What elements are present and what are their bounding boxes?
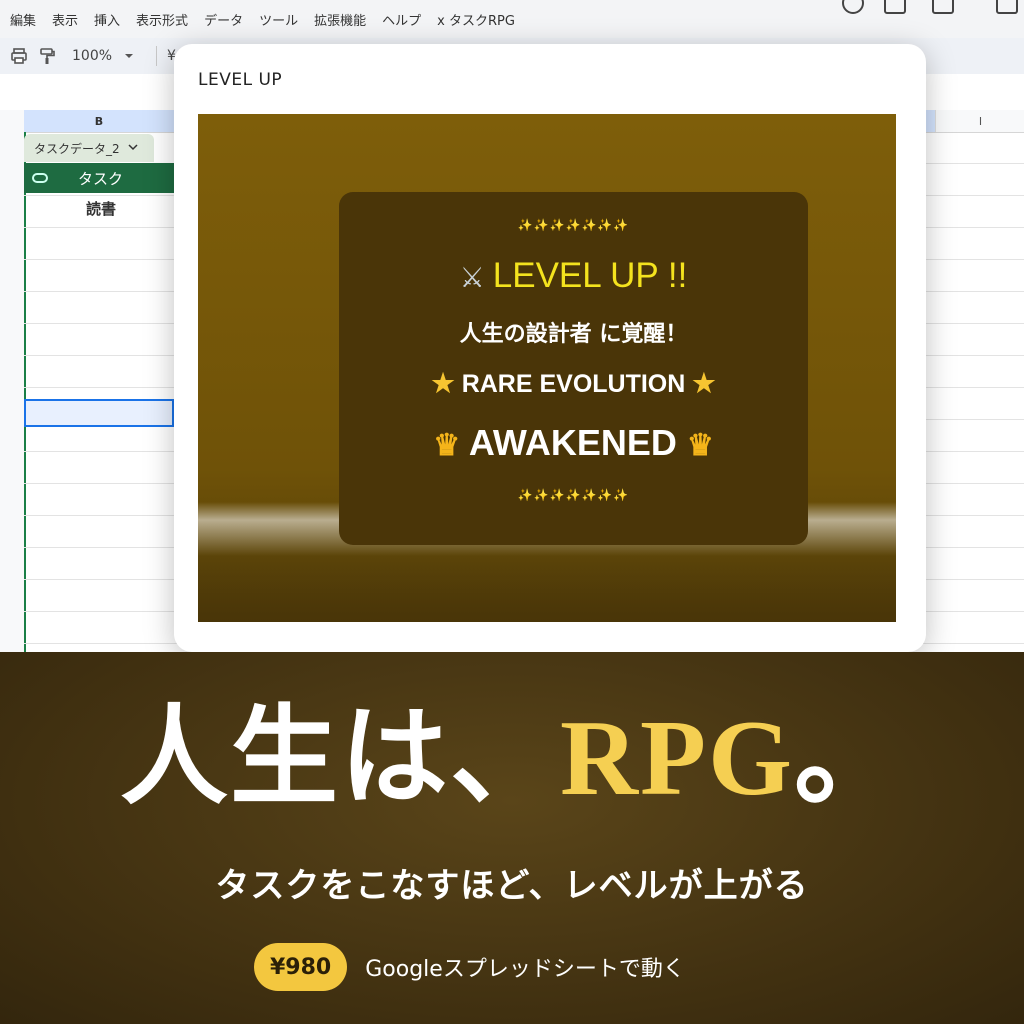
dropdown-caret-icon[interactable] bbox=[118, 45, 140, 67]
crown-icon: ♛ bbox=[686, 429, 714, 462]
chevron-down-icon[interactable] bbox=[128, 141, 138, 155]
hero-banner: 人生は、RPG。 タスクをこなすほど、レベルが上がる ¥980 Googleスプ… bbox=[0, 652, 1024, 1024]
top-right-icons bbox=[824, 0, 1024, 20]
level-up-card: ✨✨✨✨✨✨✨ ⚔ LEVEL UP !! 人生の設計者 に覚醒！ ★ RARE … bbox=[339, 192, 808, 545]
awakened-text: AWAKENED bbox=[468, 422, 677, 463]
sparkles-top: ✨✨✨✨✨✨✨ bbox=[517, 218, 630, 232]
level-up-text: LEVEL UP !! bbox=[492, 256, 688, 295]
glowing-star-icon: ★ bbox=[431, 368, 455, 398]
history-icon[interactable] bbox=[842, 0, 864, 14]
glowing-star-icon: ★ bbox=[692, 368, 716, 398]
meet-icon[interactable] bbox=[932, 0, 954, 14]
rare-evolution-text: RARE EVOLUTION bbox=[461, 370, 686, 398]
selected-cell[interactable] bbox=[24, 399, 174, 427]
hero-subtitle: タスクをこなすほど、レベルが上がる bbox=[215, 866, 809, 906]
platform-note: Googleスプレッドシートで動く bbox=[365, 957, 685, 982]
print-icon[interactable] bbox=[8, 45, 30, 67]
column-header-i[interactable]: I bbox=[935, 110, 1024, 132]
awakened-line: ♛ AWAKENED ♛ bbox=[339, 422, 808, 464]
dialog-stage: ✨✨✨✨✨✨✨ ⚔ LEVEL UP !! 人生の設計者 に覚醒！ ★ RARE … bbox=[198, 114, 896, 622]
menu-extensions[interactable]: 拡張機能 bbox=[314, 10, 366, 29]
hero-title: 人生は、RPG。 bbox=[0, 692, 1024, 824]
task-cell[interactable]: 読書 bbox=[86, 198, 116, 219]
table-name-tab[interactable]: タスクデータ_2 bbox=[24, 134, 154, 162]
dialog-title: LEVEL UP bbox=[198, 70, 283, 90]
sparkles-bottom: ✨✨✨✨✨✨✨ bbox=[517, 488, 630, 502]
crown-icon: ♛ bbox=[433, 429, 461, 462]
paint-format-icon[interactable] bbox=[36, 45, 58, 67]
hero-title-main: 人生は、 bbox=[119, 694, 560, 820]
hero-title-accent: RPG bbox=[560, 699, 794, 818]
toolbar-divider bbox=[156, 46, 158, 66]
menu-insert[interactable]: 挿入 bbox=[94, 10, 120, 29]
price-row: ¥980 Googleスプレッドシートで動く bbox=[254, 942, 685, 992]
menu-task-rpg[interactable]: x タスクRPG bbox=[437, 10, 515, 29]
level-up-heading: ⚔ LEVEL UP !! bbox=[339, 256, 808, 296]
menu-data[interactable]: データ bbox=[204, 10, 243, 29]
crossed-swords-icon: ⚔ bbox=[459, 262, 485, 293]
comment-icon[interactable] bbox=[884, 0, 906, 14]
column-header-b[interactable]: B bbox=[24, 110, 174, 132]
table-column-header[interactable]: タスク bbox=[24, 163, 174, 193]
menu-view[interactable]: 表示 bbox=[52, 10, 78, 29]
share-icon[interactable] bbox=[996, 0, 1018, 14]
menu-tools[interactable]: ツール bbox=[259, 10, 298, 29]
menu-edit[interactable]: 編集 bbox=[10, 10, 36, 29]
table-name-label: タスクデータ_2 bbox=[34, 141, 120, 156]
price-badge: ¥980 bbox=[254, 943, 348, 991]
column-type-icon bbox=[32, 173, 48, 183]
row-header-gutter bbox=[0, 132, 26, 655]
awakening-message: 人生の設計者 に覚醒！ bbox=[459, 322, 688, 347]
menu-help[interactable]: ヘルプ bbox=[382, 10, 421, 29]
hero-title-end: 。 bbox=[793, 694, 904, 820]
table-header-label: タスク bbox=[78, 169, 124, 188]
zoom-level[interactable]: 100% bbox=[72, 48, 112, 64]
menu-format[interactable]: 表示形式 bbox=[136, 10, 188, 29]
rare-evolution-line: ★ RARE EVOLUTION ★ bbox=[339, 368, 808, 399]
level-up-dialog: LEVEL UP ✨✨✨✨✨✨✨ ⚔ LEVEL UP !! 人生の設計者 に覚醒… bbox=[174, 44, 926, 652]
